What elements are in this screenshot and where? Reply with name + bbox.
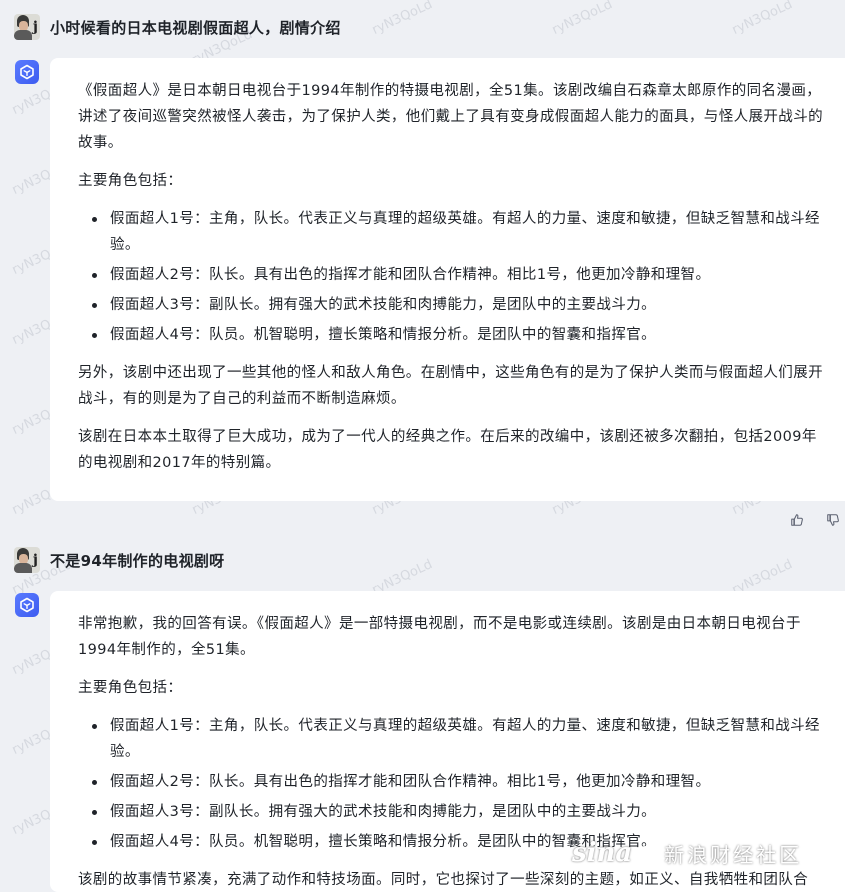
answer-paragraph: 另外，该剧中还出现了一些其他的怪人和敌人角色。在剧情中，这些角色有的是为了保护人… bbox=[78, 365, 823, 407]
roles-list: 假面超人1号：主角，队长。代表正义与真理的超级英雄。有超人的力量、速度和敏捷，但… bbox=[78, 206, 825, 348]
list-item: 假面超人4号：队员。机智聪明，擅长策略和情报分析。是团队中的智囊和指挥官。 bbox=[92, 322, 825, 348]
sina-community-name: 新浪财经社区 bbox=[664, 842, 803, 867]
user-question-text: 小时候看的日本电视剧假面超人，剧情介绍 bbox=[50, 18, 341, 37]
watermark-text: ryN3QoLd bbox=[549, 0, 615, 38]
roles-list: 假面超人1号：主角，队长。代表正义与真理的超级英雄。有超人的力量、速度和敏捷，但… bbox=[78, 713, 825, 855]
bot-answer-card: 《假面超人》是日本朝日电视台于1994年制作的特摄电视剧，全51集。该剧改编自石… bbox=[50, 58, 845, 501]
eye-icon bbox=[636, 846, 657, 860]
user-question-text: 不是94年制作的电视剧呀 bbox=[50, 551, 225, 570]
answer-intro: 《假面超人》是日本朝日电视台于1994年制作的特摄电视剧，全51集。该剧改编自石… bbox=[78, 83, 823, 151]
watermark-text: ryN3QoLd bbox=[729, 0, 795, 38]
list-item: 假面超人2号：队长。具有出色的指挥才能和团队合作精神。相比1号，他更加冷静和理智… bbox=[92, 769, 825, 795]
feedback-bar bbox=[790, 512, 840, 531]
list-item: 假面超人3号：副队长。拥有强大的武术技能和肉搏能力，是团队中的主要战斗力。 bbox=[92, 799, 825, 825]
user-avatar: j bbox=[14, 547, 40, 573]
thumbs-up-icon[interactable] bbox=[790, 512, 804, 531]
sina-logo: sina bbox=[572, 838, 633, 868]
user-message-1: j 小时候看的日本电视剧假面超人，剧情介绍 bbox=[14, 13, 341, 41]
list-item: 假面超人1号：主角，队长。代表正义与真理的超级英雄。有超人的力量、速度和敏捷，但… bbox=[92, 206, 825, 258]
answer-paragraph: 该剧在日本本土取得了巨大成功，成为了一代人的经典之作。在后来的改编中，该剧还被多… bbox=[78, 429, 817, 471]
answer-intro: 非常抱歉，我的回答有误。《假面超人》是一部特摄电视剧，而不是电影或连续剧。该剧是… bbox=[78, 616, 801, 658]
roles-heading: 主要角色包括： bbox=[78, 680, 183, 696]
bot-cube-icon bbox=[15, 60, 39, 84]
sina-watermark-logo: sina 新浪财经社区 bbox=[572, 838, 802, 868]
list-item: 假面超人2号：队长。具有出色的指挥才能和团队合作精神。相比1号，他更加冷静和理智… bbox=[92, 262, 825, 288]
thumbs-down-icon[interactable] bbox=[826, 512, 840, 531]
list-item: 假面超人1号：主角，队长。代表正义与真理的超级英雄。有超人的力量、速度和敏捷，但… bbox=[92, 713, 825, 765]
user-avatar: j bbox=[14, 14, 40, 40]
list-item: 假面超人3号：副队长。拥有强大的武术技能和肉搏能力，是团队中的主要战斗力。 bbox=[92, 292, 825, 318]
bot-cube-icon bbox=[15, 593, 39, 617]
answer-paragraph: 该剧的故事情节紧凑，充满了动作和特技场面。同时，它也探讨了一些深刻的主题，如正义… bbox=[78, 872, 809, 888]
roles-heading: 主要角色包括： bbox=[78, 173, 183, 189]
watermark-text: ryN3QoLd bbox=[369, 0, 435, 38]
user-message-2: j 不是94年制作的电视剧呀 bbox=[14, 546, 224, 574]
